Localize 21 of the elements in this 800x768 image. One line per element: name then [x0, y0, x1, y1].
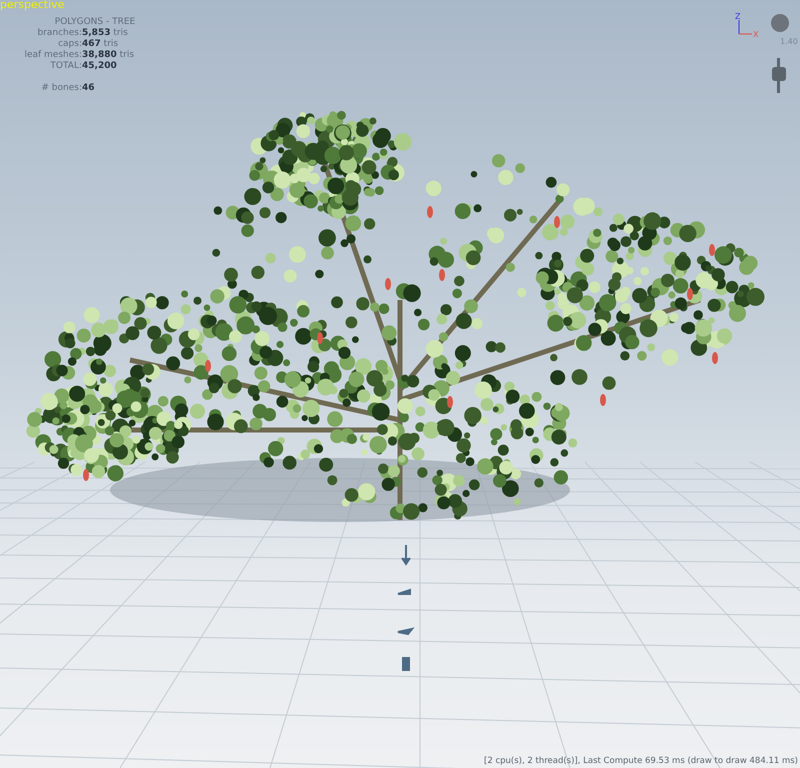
- stat-value: 38,880: [82, 50, 117, 60]
- zoom-value: 1.40: [780, 36, 798, 48]
- stat-label: leaf meshes:: [23, 50, 82, 61]
- stat-label: branches:: [36, 28, 82, 39]
- stat-value: 467: [82, 39, 101, 49]
- stats-title: POLYGONS - TREE: [54, 17, 136, 28]
- stat-unit: tris: [120, 50, 134, 60]
- stat-label: # bones:: [40, 83, 82, 94]
- stat-value: 45,200: [82, 61, 117, 71]
- axis-triad: Z X: [735, 12, 758, 39]
- stat-label: caps:: [57, 39, 82, 50]
- stat-label: TOTAL:: [49, 61, 82, 72]
- arrow-down-icon[interactable]: [401, 544, 411, 566]
- status-text: [2 cpu(s), 2 thread(s)], Last Compute 69.53 ms (draw to draw 484.11 ms): [484, 755, 798, 768]
- zoom-sphere-icon[interactable]: [771, 14, 789, 32]
- stat-unit: tris: [113, 28, 128, 38]
- stat-value: 46: [82, 83, 96, 94]
- stat-unit: tris: [104, 39, 118, 49]
- camera-widget-icon[interactable]: [772, 58, 786, 93]
- stat-value: 5,853: [82, 28, 110, 38]
- viewport-label: perspective: [0, 0, 64, 13]
